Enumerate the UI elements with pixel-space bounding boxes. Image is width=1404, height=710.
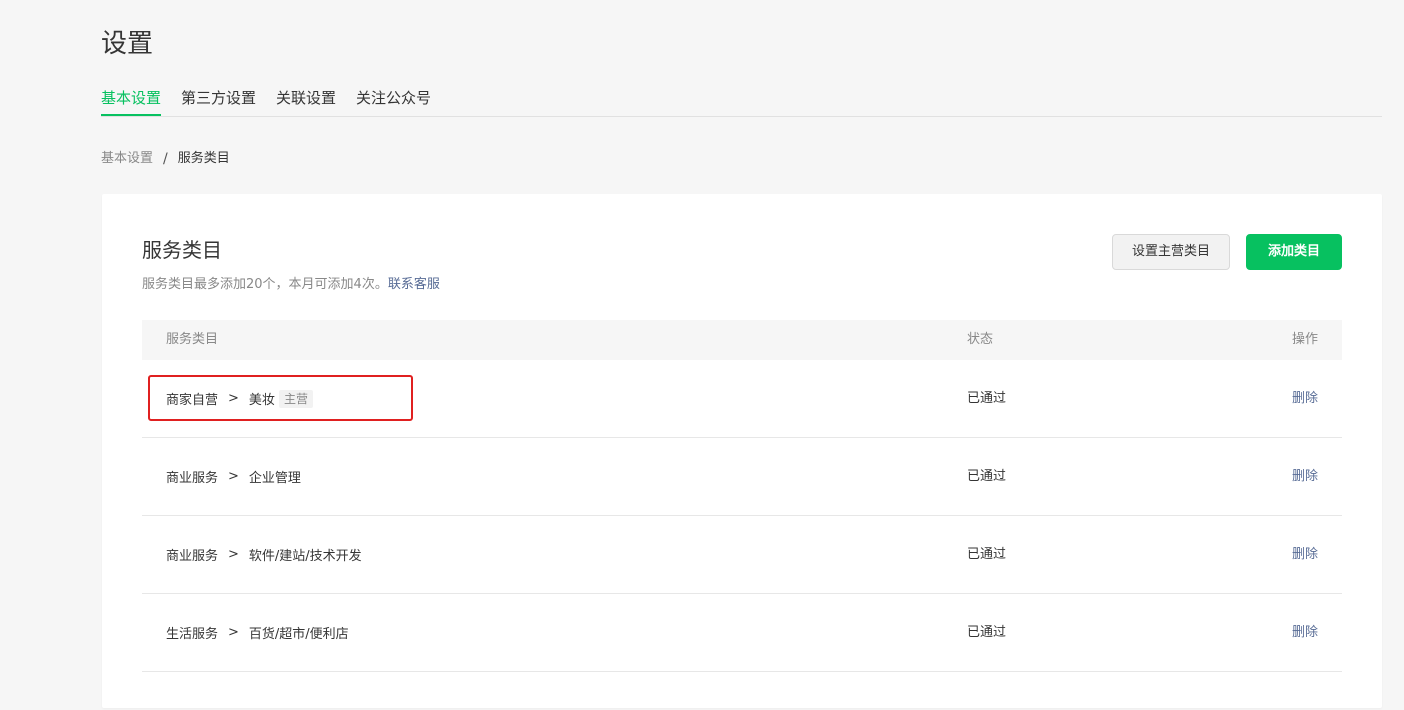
category-parent: 商家自营: [166, 393, 219, 408]
main-category-tag: 主营: [278, 389, 313, 408]
page-title: 设置: [101, 29, 154, 59]
table-header: 服务类目 状态 操作: [142, 320, 1342, 360]
category-child: 软件/建站/技术开发: [248, 549, 362, 564]
tab-association-settings[interactable]: 关联设置: [276, 86, 336, 116]
category-parent: 商业服务: [166, 549, 219, 564]
breadcrumb-separator: /: [163, 151, 168, 167]
category-parent: 生活服务: [166, 627, 219, 642]
category-table: 服务类目 状态 操作 商家自营 > 美妆 主营 已通过 删除 商业服务 > 企业…: [142, 320, 1342, 672]
header-action: 操作: [1291, 332, 1318, 347]
status-cell: 已通过: [967, 391, 1007, 406]
category-name-cell: 商家自营 > 美妆 主营: [166, 360, 313, 437]
category-child: 美妆: [248, 393, 275, 408]
contact-support-link[interactable]: 联系客服: [388, 277, 440, 292]
add-category-button[interactable]: 添加类目: [1246, 234, 1342, 270]
breadcrumb: 基本设置 / 服务类目: [101, 149, 230, 169]
settings-tabs: 基本设置 第三方设置 关联设置 关注公众号: [101, 86, 1382, 117]
category-separator: >: [228, 547, 239, 562]
category-name-cell: 商业服务 > 软件/建站/技术开发: [166, 516, 362, 593]
status-cell: 已通过: [967, 625, 1007, 640]
service-category-card: 服务类目 服务类目最多添加20个，本月可添加4次。联系客服 设置主营类目 添加类…: [102, 194, 1382, 708]
section-description-text: 服务类目最多添加20个，本月可添加4次。: [142, 277, 388, 292]
category-name-cell: 商业服务 > 企业管理: [166, 438, 301, 515]
status-cell: 已通过: [967, 469, 1007, 484]
table-row: 商业服务 > 软件/建站/技术开发 已通过 删除: [142, 516, 1342, 594]
category-name-cell: 生活服务 > 百货/超市/便利店: [166, 594, 349, 671]
delete-link[interactable]: 删除: [1292, 360, 1318, 437]
status-cell: 已通过: [967, 547, 1007, 562]
breadcrumb-basic-settings[interactable]: 基本设置: [101, 149, 153, 169]
settings-page: 设置 基本设置 第三方设置 关联设置 关注公众号 基本设置 / 服务类目 服务类…: [0, 0, 1404, 710]
category-child: 百货/超市/便利店: [248, 627, 349, 642]
table-row: 商家自营 > 美妆 主营 已通过 删除: [142, 360, 1342, 438]
category-separator: >: [228, 625, 239, 640]
header-category: 服务类目: [166, 332, 219, 347]
section-description: 服务类目最多添加20个，本月可添加4次。联系客服: [142, 275, 440, 295]
category-separator: >: [228, 469, 239, 484]
tab-basic-settings[interactable]: 基本设置: [101, 86, 162, 116]
breadcrumb-current: 服务类目: [177, 151, 230, 166]
tab-third-party-settings[interactable]: 第三方设置: [181, 86, 256, 116]
category-separator: >: [228, 391, 239, 406]
category-child: 企业管理: [248, 471, 301, 486]
table-row: 生活服务 > 百货/超市/便利店 已通过 删除: [142, 594, 1342, 672]
section-title: 服务类目: [142, 238, 222, 262]
delete-link[interactable]: 删除: [1292, 594, 1318, 671]
header-status: 状态: [967, 332, 994, 347]
tab-follow-official-account[interactable]: 关注公众号: [356, 86, 431, 116]
set-main-category-button[interactable]: 设置主营类目: [1112, 234, 1230, 270]
table-row: 商业服务 > 企业管理 已通过 删除: [142, 438, 1342, 516]
category-parent: 商业服务: [166, 471, 219, 486]
delete-link[interactable]: 删除: [1292, 516, 1318, 593]
delete-link[interactable]: 删除: [1292, 438, 1318, 515]
